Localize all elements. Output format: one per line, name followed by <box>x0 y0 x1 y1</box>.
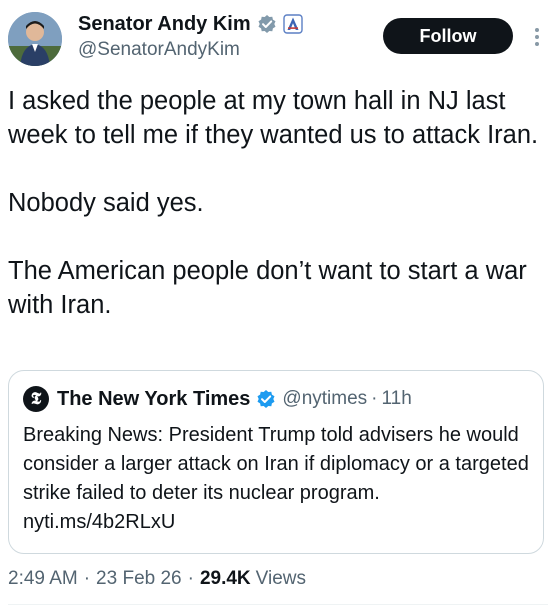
views-label: Views <box>255 568 306 589</box>
tweet: Senator Andy Kim @SenatorAndyKim Follow … <box>0 0 557 610</box>
vertical-ellipsis-icon[interactable] <box>528 22 546 52</box>
ellipsis-dot <box>535 28 539 32</box>
author-avatar[interactable] <box>8 12 62 66</box>
us-senate-badge-icon[interactable] <box>282 14 303 34</box>
separator-dot: · <box>371 388 378 409</box>
gray-verified-badge-icon[interactable] <box>257 14 277 34</box>
separator-dot: · <box>187 568 194 589</box>
ellipsis-dot <box>535 35 539 39</box>
author-display-name[interactable]: Senator Andy Kim <box>78 13 251 36</box>
tweet-paragraph: Nobody said yes. <box>8 189 204 217</box>
tweet-text: I asked the people at my town hall in NJ… <box>8 84 548 322</box>
quoted-tweet-header: 𝕿 The New York Times @nytimes · 11h <box>23 385 412 413</box>
tweet-paragraph: I asked the people at my town hall in NJ… <box>8 87 539 149</box>
quoted-tweet-text: Breaking News: President Trump told advi… <box>23 424 529 533</box>
follow-button[interactable]: Follow <box>383 18 513 54</box>
separator-dot: · <box>83 568 91 589</box>
views-count[interactable]: 29.4K <box>200 568 251 590</box>
quoted-author-handle[interactable]: @nytimes <box>282 388 367 410</box>
quoted-author-name[interactable]: The New York Times <box>57 388 250 411</box>
person-avatar-icon <box>8 12 62 66</box>
nyt-logo-icon: 𝕿 <box>23 386 49 412</box>
tweet-meta: 2:49 AM · 23 Feb 26 · 29.4K Views <box>8 566 306 592</box>
quoted-tweet-card[interactable]: 𝕿 The New York Times @nytimes · 11h Brea… <box>8 370 544 554</box>
author-handle[interactable]: @SenatorAndyKim <box>78 39 378 61</box>
author-name-row: Senator Andy Kim <box>78 10 378 38</box>
quoted-tweet-time[interactable]: 11h <box>382 388 412 410</box>
tweet-paragraph: The American people don’t want to start … <box>8 257 527 319</box>
author-info: Senator Andy Kim @SenatorAndyKim <box>78 10 378 61</box>
ellipsis-dot <box>535 42 539 46</box>
tweet-date[interactable]: 23 Feb 26 <box>96 568 182 590</box>
tweet-time[interactable]: 2:49 AM <box>8 568 78 590</box>
divider <box>8 604 548 605</box>
gold-verified-badge-icon <box>256 389 276 409</box>
tweet-header: Senator Andy Kim @SenatorAndyKim Follow <box>8 10 548 68</box>
